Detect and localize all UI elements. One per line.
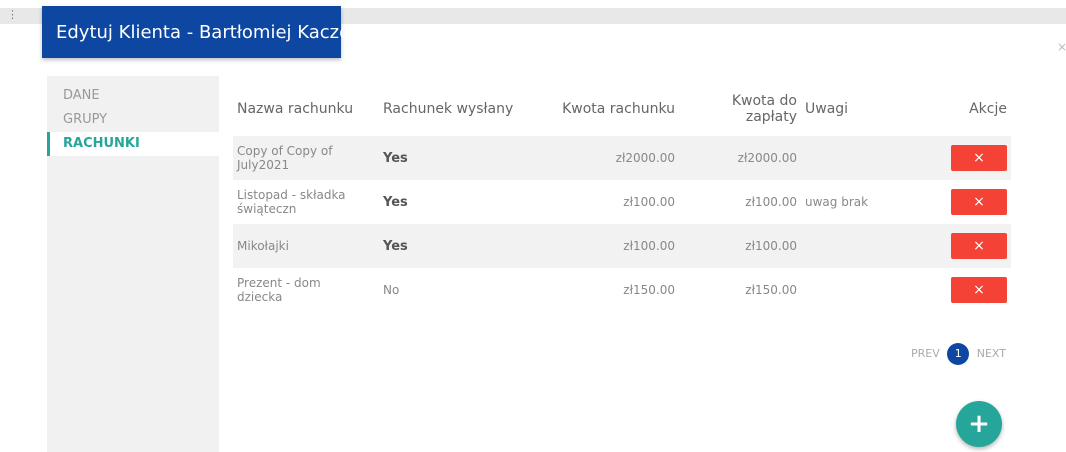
table-row: Copy of Copy of July2021 Yes zł2000.00 z… [233, 136, 1011, 180]
delete-button[interactable]: × [951, 277, 1007, 303]
cell-name-line1: Listopad - składka [237, 188, 346, 202]
cell-action: × [919, 268, 1011, 312]
cell-name: Prezent - dom dziecka [233, 268, 379, 312]
header-name: Nazwa rachunku [237, 101, 354, 117]
cell-name: Listopad - składka świąteczn [233, 180, 379, 224]
cell-name: Copy of Copy of July2021 [233, 136, 379, 180]
cell-notes [801, 224, 919, 268]
table-row: Prezent - dom dziecka No zł150.00 zł150.… [233, 268, 1011, 312]
table-row: Listopad - składka świąteczn Yes zł100.0… [233, 180, 1011, 224]
cell-action: × [919, 224, 1011, 268]
next-button[interactable]: NEXT [977, 347, 1006, 360]
cell-notes: uwag brak [805, 195, 869, 209]
header-due-line1: Kwota do [731, 93, 797, 109]
header-due-line2: zapłaty [745, 109, 797, 125]
cell-name-line2: dziecka [237, 290, 283, 304]
add-bill-button[interactable]: + [956, 401, 1002, 447]
cell-notes [801, 268, 919, 312]
modal-title: Edytuj Klienta - Bartłomiej Kaczor [42, 6, 358, 58]
cell-sent: Yes [383, 238, 408, 254]
cell-amount: zł100.00 [623, 195, 675, 209]
delete-button[interactable]: × [951, 233, 1007, 259]
sidebar-item-dane[interactable]: DANE [47, 84, 219, 108]
close-icon[interactable]: × [1057, 40, 1066, 54]
header-amount: Kwota rachunku [562, 101, 675, 117]
page-1-button[interactable]: 1 [947, 343, 970, 365]
cell-name-line2: świąteczn [237, 202, 297, 216]
header-notes: Uwagi [805, 101, 849, 117]
cell-action: × [919, 180, 1011, 224]
cell-name-line1: Copy of Copy of [237, 144, 333, 158]
header-sent: Rachunek wysłany [383, 101, 514, 117]
header-actions: Akcje [969, 101, 1007, 117]
content-panel: Nazwa rachunku Rachunek wysłany Kwota ra… [219, 76, 1028, 452]
cell-due: zł150.00 [745, 283, 797, 297]
cell-due: zł100.00 [745, 239, 797, 253]
delete-button[interactable]: × [951, 145, 1007, 171]
cell-amount: zł2000.00 [615, 151, 675, 165]
cell-due: zł100.00 [745, 195, 797, 209]
cell-name-line2: July2021 [237, 158, 290, 172]
cell-action: × [919, 136, 1011, 180]
table-header-row: Nazwa rachunku Rachunek wysłany Kwota ra… [233, 82, 1011, 136]
cell-amount: zł100.00 [623, 239, 675, 253]
more-vert-icon[interactable]: ⋮ [7, 8, 18, 21]
bills-table: Nazwa rachunku Rachunek wysłany Kwota ra… [233, 82, 1011, 312]
cell-name-line1: Prezent - dom [237, 276, 321, 290]
cell-sent: Yes [383, 150, 408, 166]
cell-name: Mikołajki [233, 224, 379, 268]
header-due: Kwota do zapłaty [679, 82, 801, 136]
table-row: Mikołajki Yes zł100.00 zł100.00 × [233, 224, 1011, 268]
sidebar: DANE GRUPY RACHUNKI [47, 76, 219, 452]
delete-button[interactable]: × [951, 189, 1007, 215]
cell-notes [801, 136, 919, 180]
cell-sent: Yes [383, 194, 408, 210]
prev-button[interactable]: PREV [911, 347, 940, 360]
sidebar-item-grupy[interactable]: GRUPY [47, 108, 219, 132]
cell-amount: zł150.00 [623, 283, 675, 297]
cell-name-line1: Mikołajki [237, 239, 289, 253]
sidebar-item-rachunki[interactable]: RACHUNKI [47, 132, 219, 156]
pagination: PREV 1 NEXT [911, 343, 1006, 365]
cell-due: zł2000.00 [737, 151, 797, 165]
cell-sent: No [383, 283, 400, 297]
